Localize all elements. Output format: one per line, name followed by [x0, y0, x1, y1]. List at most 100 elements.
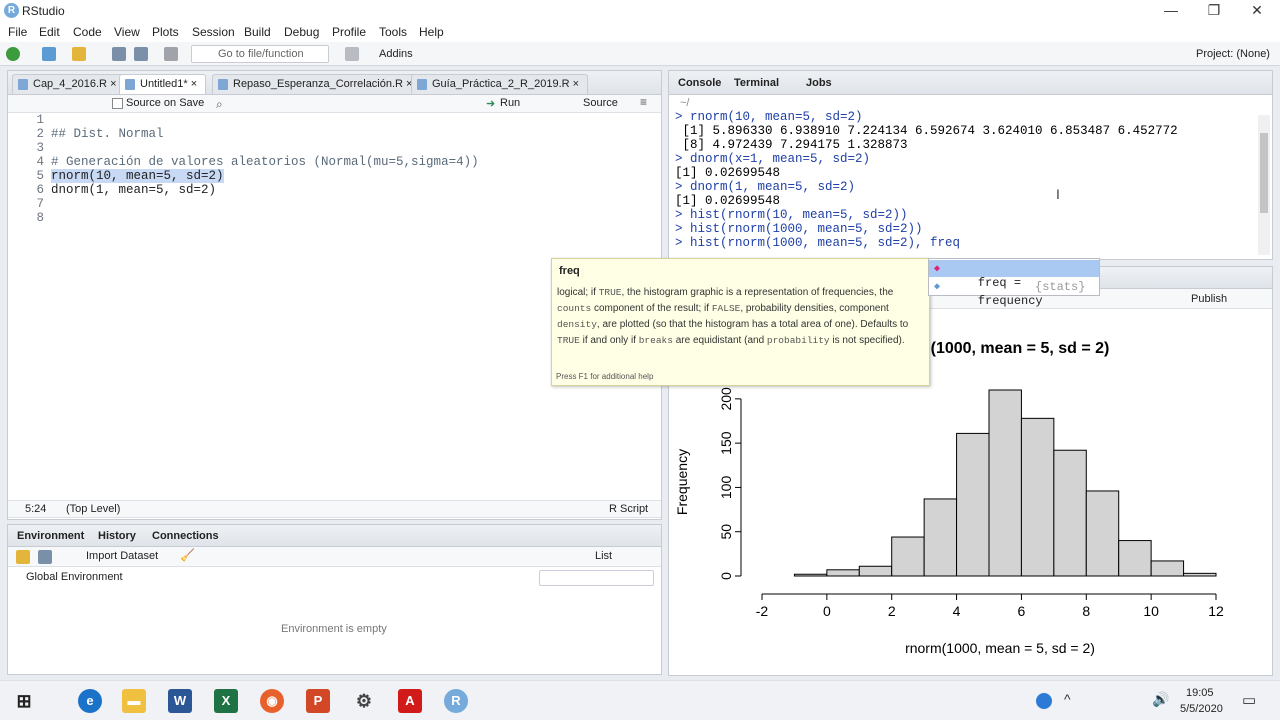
cursor-position: 5:24	[25, 503, 47, 515]
word-icon[interactable]: W	[168, 689, 192, 713]
x-tick-label: 6	[1018, 603, 1026, 619]
file-explorer-icon[interactable]: ▬	[122, 689, 146, 713]
env-search-input[interactable]	[539, 570, 654, 586]
open-file-icon[interactable]	[72, 47, 86, 61]
menu-help[interactable]: Help	[419, 25, 444, 39]
menu-code[interactable]: Code	[73, 25, 102, 39]
addins-menu[interactable]: Addins	[379, 48, 413, 60]
run-arrow-icon: ➜	[486, 98, 496, 110]
histogram-bar	[1150, 560, 1185, 577]
import-dataset-button[interactable]: Import Dataset	[86, 550, 158, 562]
tab-environment[interactable]: Environment	[17, 530, 84, 542]
settings-gear-icon[interactable]: ⚙	[352, 689, 376, 713]
excel-icon[interactable]: X	[214, 689, 238, 713]
save-icon[interactable]	[112, 47, 126, 61]
autocomplete-item-frequency[interactable]: ◆ frequency {stats}	[929, 278, 1099, 308]
rstudio-taskbar-icon[interactable]: R	[444, 689, 468, 713]
env-toolbar: Import Dataset 🧹 List	[8, 547, 661, 567]
firefox-icon[interactable]: ◉	[260, 689, 284, 713]
close-button[interactable]: ✕	[1242, 2, 1272, 20]
tooltip-body: logical; if TRUE, the histogram graphic …	[557, 285, 925, 349]
console-input-line: > hist(rnorm(1000, mean=5, sd=2), freq	[675, 236, 961, 250]
help-icon[interactable]	[1036, 693, 1052, 709]
tab-connections[interactable]: Connections	[152, 530, 219, 542]
y-axis-label: Frequency	[674, 449, 690, 515]
clock-time[interactable]: 19:05	[1186, 687, 1214, 699]
histogram-bar	[1020, 417, 1055, 577]
global-environment-selector[interactable]: Global Environment	[26, 571, 123, 583]
outline-icon[interactable]: ≡	[640, 95, 647, 109]
histogram-bar	[923, 498, 958, 577]
r-file-icon	[18, 79, 28, 90]
console-line: > dnorm(1, mean=5, sd=2)	[675, 180, 856, 194]
y-tick-label: 150	[718, 431, 734, 455]
r-file-icon	[218, 79, 228, 90]
minimize-button[interactable]: —	[1156, 2, 1186, 20]
menu-view[interactable]: View	[114, 25, 140, 39]
menu-session[interactable]: Session	[192, 25, 235, 39]
open-workspace-icon[interactable]	[16, 550, 30, 564]
powerpoint-icon[interactable]: P	[306, 689, 330, 713]
notifications-icon[interactable]: ▭	[1242, 691, 1256, 709]
chevron-up-icon[interactable]: ^	[1064, 691, 1071, 707]
source-on-save-checkbox[interactable]	[112, 98, 123, 109]
goto-file-input[interactable]: Go to file/function	[191, 45, 329, 63]
source-button[interactable]: Source	[583, 97, 618, 109]
x-tick-label: 2	[888, 603, 896, 619]
tab-jobs[interactable]: Jobs	[806, 77, 832, 89]
histogram-bar	[826, 569, 860, 577]
scope-selector[interactable]: (Top Level)	[66, 503, 120, 515]
autocomplete-item-freq[interactable]: ◆ freq =	[929, 260, 1099, 290]
volume-icon[interactable]: 🔊	[1152, 691, 1169, 708]
tooltip-text: , probability densities, component	[740, 303, 889, 314]
project-menu[interactable]: Project: (None)	[1196, 48, 1270, 60]
restore-button[interactable]: ❐	[1199, 2, 1229, 20]
clock-date[interactable]: 5/5/2020	[1180, 703, 1223, 715]
menu-profile[interactable]: Profile	[332, 25, 366, 39]
save-workspace-icon[interactable]	[38, 550, 52, 564]
help-tooltip: freq logical; if TRUE, the histogram gra…	[551, 258, 930, 386]
tab-terminal[interactable]: Terminal	[734, 77, 779, 89]
tooltip-code: FALSE	[711, 303, 741, 314]
publish-button[interactable]: Publish	[1191, 293, 1227, 305]
tooltip-footer: Press F1 for additional help	[556, 372, 654, 381]
menu-debug[interactable]: Debug	[284, 25, 319, 39]
save-all-icon[interactable]	[134, 47, 148, 61]
x-tick-label: 4	[953, 603, 961, 619]
histogram-bar	[1085, 490, 1120, 577]
edge-icon[interactable]: e	[78, 689, 102, 713]
file-type-selector[interactable]: R Script	[609, 503, 648, 515]
rstudio-logo-icon: R	[4, 3, 19, 18]
console-path: ~/	[680, 97, 690, 109]
new-file-icon[interactable]	[6, 47, 20, 61]
menu-file[interactable]: File	[8, 25, 27, 39]
tooltip-text: component of the result; if	[591, 303, 712, 314]
new-project-icon[interactable]	[42, 47, 56, 61]
menu-edit[interactable]: Edit	[39, 25, 60, 39]
menu-tools[interactable]: Tools	[379, 25, 407, 39]
console-scrollbar[interactable]	[1258, 115, 1270, 255]
tab-cap4[interactable]: Cap_4_2016.R ×	[12, 74, 126, 94]
text-cursor-icon: I	[1056, 186, 1060, 202]
workspace-panes-icon[interactable]	[345, 47, 359, 61]
tab-guia[interactable]: Guía_Práctica_2_R_2019.R ×	[411, 74, 589, 94]
tab-repaso[interactable]: Repaso_Esperanza_Correlación.R ×	[212, 74, 422, 94]
argument-icon: ◆	[934, 264, 941, 275]
tab-console[interactable]: Console	[678, 77, 721, 89]
acrobat-icon[interactable]: A	[398, 689, 422, 713]
broom-icon[interactable]: 🧹	[180, 548, 195, 562]
run-button[interactable]: Run	[500, 97, 520, 109]
editor-statusbar: 5:24 (Top Level) R Script	[8, 500, 661, 518]
windows-start-icon[interactable]: ⊞	[12, 689, 36, 713]
list-view-selector[interactable]: List	[595, 550, 612, 562]
scrollbar-thumb[interactable]	[1260, 133, 1268, 213]
tab-history[interactable]: History	[98, 530, 136, 542]
print-icon[interactable]	[164, 47, 178, 61]
console-output[interactable]: > rnorm(10, mean=5, sd=2) [1] 5.896330 6…	[0, 110, 1258, 256]
menu-plots[interactable]: Plots	[152, 25, 179, 39]
function-icon: ◆	[934, 282, 941, 293]
tab-untitled1[interactable]: Untitled1* ×	[119, 74, 207, 94]
menu-build[interactable]: Build	[244, 25, 271, 39]
editor-tabbar: Cap_4_2016.R × Untitled1* × Repaso_Esper…	[8, 71, 661, 95]
r-file-icon	[417, 79, 427, 90]
